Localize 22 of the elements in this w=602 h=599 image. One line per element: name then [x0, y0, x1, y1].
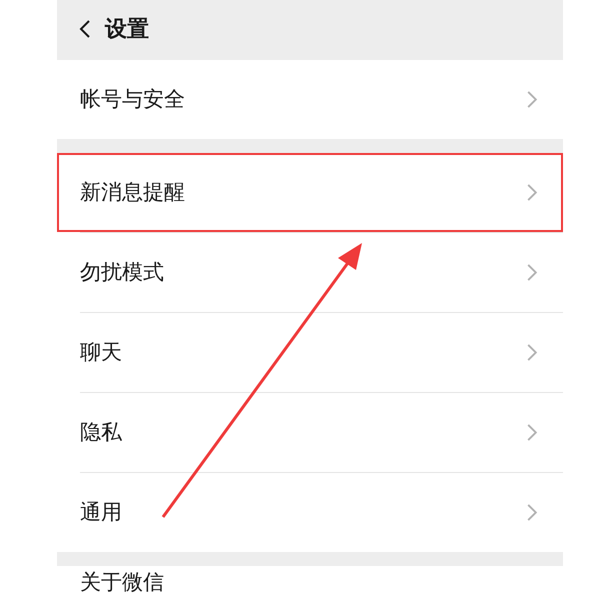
settings-row[interactable]: 帐号与安全: [57, 60, 563, 139]
settings-row[interactable]: 关于微信: [57, 566, 563, 599]
settings-row[interactable]: 通用: [57, 473, 563, 552]
row-label: 聊天: [80, 340, 123, 365]
chevron-icon: [526, 423, 538, 442]
settings-row[interactable]: 聊天: [57, 313, 563, 392]
settings-row[interactable]: 新消息提醒: [57, 153, 563, 232]
header-title: 设置: [105, 16, 149, 44]
row-label: 关于微信: [80, 570, 165, 595]
settings-row[interactable]: 勿扰模式: [57, 233, 563, 312]
row-label: 勿扰模式: [80, 260, 165, 285]
chevron-icon: [526, 90, 538, 109]
row-label: 隐私: [80, 420, 123, 445]
chevron-icon: [526, 183, 538, 202]
row-label: 通用: [80, 500, 123, 525]
chevron-icon: [526, 503, 538, 522]
settings-row[interactable]: 隐私: [57, 393, 563, 472]
row-label: 新消息提醒: [80, 180, 186, 205]
row-label: 帐号与安全: [80, 87, 186, 112]
back-icon: [79, 18, 91, 40]
chevron-icon: [526, 263, 538, 282]
chevron-icon: [526, 343, 538, 362]
